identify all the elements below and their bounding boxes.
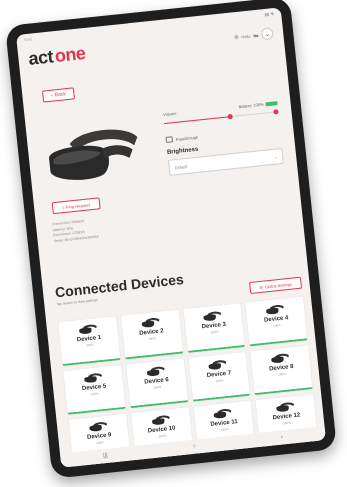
headset-icon	[266, 304, 284, 315]
nav-back-icon[interactable]: ‹	[281, 434, 284, 440]
back-button-label: Back	[54, 91, 67, 99]
device-battery: 100%	[158, 433, 167, 439]
chevron-left-icon: ‹	[50, 92, 54, 99]
battery-icon	[265, 100, 278, 106]
headset-icon	[271, 353, 290, 363]
headset-info: Connection: Network Latency: 8ms Experie…	[52, 218, 99, 245]
devices-header: Connected Devices Tap device to view set…	[54, 259, 303, 306]
headset-icon	[214, 409, 232, 419]
home-icon[interactable]: ○	[192, 444, 196, 450]
status-time: 9:41	[24, 35, 33, 42]
device-card[interactable]: Device 7 100%	[188, 351, 251, 402]
global-settings-button[interactable]: ⚙ Global Settings	[249, 276, 303, 295]
headset-icon	[276, 402, 295, 412]
headset-icon	[89, 422, 107, 432]
volume-slider-fill	[164, 116, 231, 125]
device-card[interactable]: Device 8 100%	[250, 345, 313, 396]
back-button[interactable]: ‹ Back	[41, 87, 76, 103]
headset-icon	[141, 318, 160, 328]
device-card[interactable]: Device 3 100%	[183, 303, 246, 353]
headset-icon	[203, 311, 222, 321]
device-battery: 100%	[272, 323, 281, 328]
device-card[interactable]: Device 5 100%	[63, 364, 126, 415]
chevron-down-icon[interactable]: ⌄	[260, 27, 274, 41]
status-icons: ▮▮ ◥	[264, 10, 274, 17]
device-battery: 100%	[215, 378, 224, 384]
device-battery: 100%	[283, 420, 292, 426]
user-name: Ira	[253, 32, 259, 38]
device-battery: 100%	[95, 440, 104, 445]
passthrough-label: Passthrough	[175, 134, 199, 142]
device-battery: 100%	[90, 391, 99, 397]
tablet-device: 9:41 ▮▮ ◥ actone Hello Ira ⌄ ‹ Back ⟟ Pi…	[5, 0, 337, 479]
device-battery: 100%	[153, 384, 162, 390]
device-battery: 100%	[220, 427, 229, 432]
global-settings-label: Global Settings	[264, 281, 293, 289]
headset-image	[49, 129, 138, 180]
device-card[interactable]: Device 2 100%	[120, 309, 183, 360]
headset-icon	[79, 324, 97, 334]
volume-slider-end	[273, 109, 279, 115]
logo-text-act: act	[27, 45, 54, 69]
device-battery: 100%	[148, 336, 157, 341]
headset-controls: Volume Battery: 100% Passthrough Brightn…	[163, 100, 284, 176]
device-card[interactable]: Device 1 100%	[58, 316, 121, 367]
app-logo: actone	[27, 43, 86, 70]
user-area[interactable]: Hello Ira ⌄	[234, 27, 274, 43]
headset-icon	[208, 360, 227, 370]
device-card[interactable]: Device 4 100%	[245, 296, 308, 347]
recent-apps-icon[interactable]: |||	[103, 453, 108, 459]
brightness-value: Default	[174, 163, 188, 170]
chevron-down-icon: ⌄	[273, 153, 278, 160]
passthrough-icon	[165, 136, 174, 143]
app-screen: 9:41 ▮▮ ◥ actone Hello Ira ⌄ ‹ Back ⟟ Pi…	[15, 7, 327, 468]
gear-icon: ⚙	[259, 284, 264, 290]
ping-headset-label: Ping Headset	[65, 201, 91, 210]
device-battery: 100%	[210, 329, 219, 335]
user-greeting: Hello	[241, 33, 251, 40]
device-battery: 100%	[85, 342, 94, 348]
headset-icon	[146, 366, 165, 376]
device-card[interactable]: Device 6 100%	[125, 358, 188, 409]
logo-text-one: one	[53, 42, 87, 66]
avatar	[234, 34, 239, 40]
device-battery: 100%	[277, 371, 287, 377]
headset-icon	[151, 415, 170, 425]
volume-label: Volume	[162, 110, 177, 118]
ping-headset-button[interactable]: ⟟ Ping Headset	[51, 197, 101, 215]
headset-icon	[84, 373, 102, 383]
ping-icon: ⟟	[62, 204, 65, 210]
volume-slider-knob[interactable]	[227, 113, 234, 120]
